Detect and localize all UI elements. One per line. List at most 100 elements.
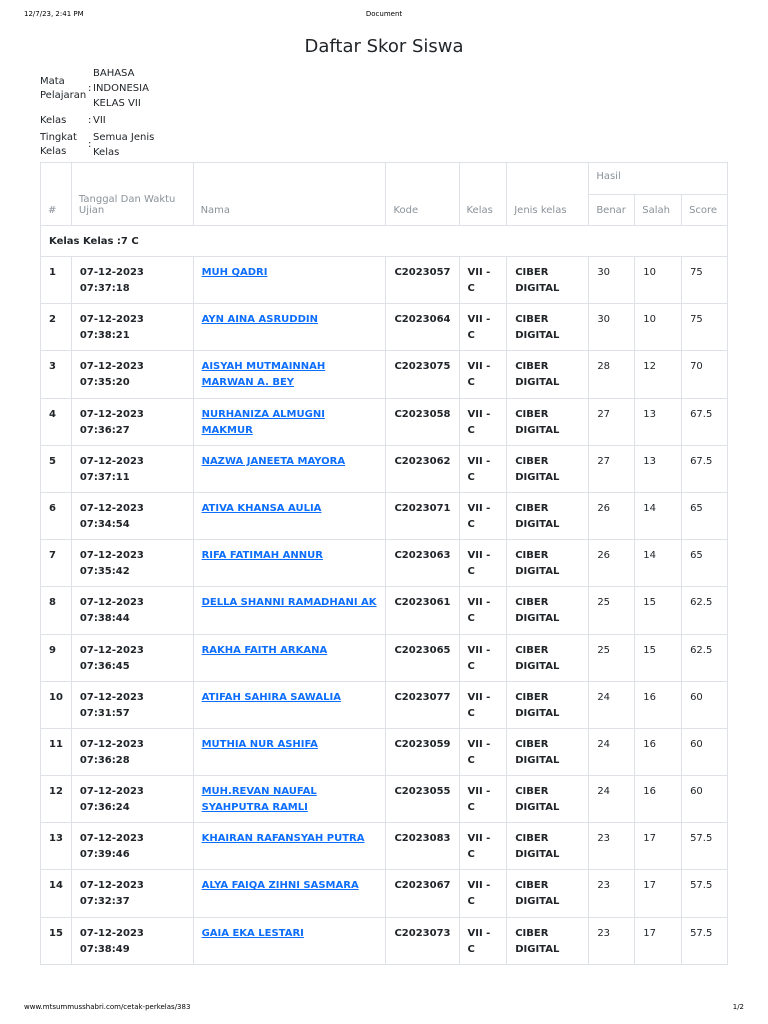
student-name-link[interactable]: MUH QADRI [202,267,268,278]
cell-jenis: CIBER DIGITAL [506,822,590,871]
cell-salah: 17 [634,869,683,918]
cell-kode: C2023071 [385,491,460,541]
cell-kelas: VII - C [458,303,508,352]
meta-kelas: Kelas : VII [40,113,173,128]
meta-mapel-label-line: Pelajaran [40,89,87,101]
cell-salah: 13 [634,444,683,493]
cell-benar: 27 [588,397,636,446]
cell-benar: 23 [588,822,636,871]
cell-jenis: CIBER DIGITAL [506,255,590,305]
cell-no: 11 [40,727,72,777]
group-label: Kelas Kelas :7 C [40,225,728,257]
col-header-kode: Kode [385,162,460,226]
col-header-kelas: Kelas [458,162,508,226]
cell-kelas: VII - C [458,869,508,918]
cell-tanggal: 07-12-2023 07:31:57 [70,680,194,729]
print-page-number: 1/2 [732,1003,744,1011]
report-meta: Mata Pelajaran : BAHASA INDONESIA KELAS … [40,66,173,160]
cell-salah: 16 [634,680,683,729]
table-row: 7 07-12-2023 07:35:42 RIFA FATIMAH ANNUR C2… [40,539,728,588]
cell-tanggal: 07-12-2023 07:37:11 [70,444,194,493]
student-name-link[interactable]: ATIVA KHANSA AULIA [202,503,322,514]
col-header-score: Score [681,194,728,226]
cell-kode: C2023064 [385,303,460,352]
cell-kode: C2023075 [385,350,460,399]
cell-kode: C2023061 [385,586,460,635]
cell-jenis: CIBER DIGITAL [506,869,590,918]
cell-no: 5 [40,444,72,493]
cell-benar: 24 [588,680,636,729]
col-header-salah: Salah [634,194,683,226]
cell-no: 3 [40,350,72,399]
cell-no: 8 [40,586,72,635]
cell-no: 9 [40,633,72,682]
meta-mapel-value: BAHASA INDONESIA KELAS VII [93,66,173,111]
cell-jenis: CIBER DIGITAL [506,633,590,682]
student-name-link[interactable]: RIFA FATIMAH ANNUR [202,550,323,561]
cell-kode: C2023083 [385,822,460,871]
meta-tingkat-value-line: Semua Jenis [93,132,155,143]
cell-no: 2 [40,303,72,352]
cell-score: 62.5 [681,633,728,682]
cell-salah: 13 [634,397,683,446]
student-name-link[interactable]: NURHANIZA ALMUGNI MAKMUR [202,409,325,436]
student-name-link[interactable]: KHAIRAN RAFANSYAH PUTRA [202,833,365,844]
student-name-link[interactable]: ATIFAH SAHIRA SAWALIA [202,692,341,703]
meta-mapel-label: Mata Pelajaran [40,75,88,103]
cell-jenis: CIBER DIGITAL [506,539,590,588]
table-row: 15 07-12-2023 07:38:49 GAIA EKA LESTARI C20… [40,916,728,965]
meta-tingkat-label: Tingkat Kelas [40,131,88,159]
cell-benar: 25 [588,586,636,635]
meta-mapel-value-line: BAHASA [93,68,135,79]
cell-kode: C2023073 [385,916,460,965]
cell-nama: RAKHA FAITH ARKANA [192,633,387,682]
cell-kode: C2023077 [385,680,460,729]
meta-mapel-value-line: KELAS VII [93,98,141,109]
student-name-link[interactable]: NAZWA JANEETA MAYORA [202,456,345,467]
student-name-link[interactable]: AYN AINA ASRUDDIN [202,314,318,325]
cell-kelas: VII - C [458,255,508,305]
meta-tingkat-label-line: Tingkat [40,132,77,143]
student-name-link[interactable]: AISYAH MUTMAINNAH MARWAN A. BEY [202,361,326,388]
table-row: 12 07-12-2023 07:36:24 MUH.REVAN NAUFAL SY… [40,775,728,824]
table-row: 3 07-12-2023 07:35:20 AISYAH MUTMAINNAH MA… [40,350,728,399]
cell-no: 1 [40,255,72,305]
cell-kode: C2023059 [385,727,460,777]
cell-jenis: CIBER DIGITAL [506,350,590,399]
col-header-no: # [40,162,72,226]
cell-tanggal: 07-12-2023 07:37:18 [70,255,194,305]
cell-benar: 24 [588,727,636,777]
col-header-tanggal: Tanggal Dan Waktu Ujian [70,162,194,226]
cell-jenis: CIBER DIGITAL [506,680,590,729]
cell-nama: MUH.REVAN NAUFAL SYAHPUTRA RAMLI [192,775,387,824]
print-header: 12/7/23, 2:41 PM Document [0,10,768,22]
cell-score: 57.5 [681,869,728,918]
table-row: 9 07-12-2023 07:36:45 RAKHA FAITH ARKANA C2… [40,633,728,682]
cell-nama: GAIA EKA LESTARI [192,916,387,965]
student-name-link[interactable]: GAIA EKA LESTARI [202,928,304,939]
student-name-link[interactable]: MUTHIA NUR ASHIFA [202,739,318,750]
cell-kode: C2023058 [385,397,460,446]
cell-score: 57.5 [681,822,728,871]
cell-jenis: CIBER DIGITAL [506,775,590,824]
score-table: # Tanggal Dan Waktu Ujian Nama Kode Kela… [40,162,728,965]
student-name-link[interactable]: MUH.REVAN NAUFAL SYAHPUTRA RAMLI [202,786,317,813]
table-row: 5 07-12-2023 07:37:11 NAZWA JANEETA MAYORA… [40,444,728,493]
cell-salah: 16 [634,727,683,777]
cell-score: 75 [681,303,728,352]
cell-kode: C2023062 [385,444,460,493]
student-name-link[interactable]: DELLA SHANNI RAMADHANI AK [202,597,377,608]
col-header-hasil: Hasil [588,162,728,195]
cell-tanggal: 07-12-2023 07:36:27 [70,397,194,446]
cell-kelas: VII - C [458,727,508,777]
student-name-link[interactable]: ALYA FAIQA ZIHNI SASMARA [202,880,359,891]
cell-salah: 15 [634,633,683,682]
cell-no: 4 [40,397,72,446]
cell-jenis: CIBER DIGITAL [506,444,590,493]
cell-benar: 30 [588,303,636,352]
student-name-link[interactable]: RAKHA FAITH ARKANA [202,645,328,656]
cell-tanggal: 07-12-2023 07:39:46 [70,822,194,871]
cell-nama: MUH QADRI [192,255,387,305]
cell-nama: ATIVA KHANSA AULIA [192,491,387,541]
meta-kelas-label: Kelas [40,114,67,126]
